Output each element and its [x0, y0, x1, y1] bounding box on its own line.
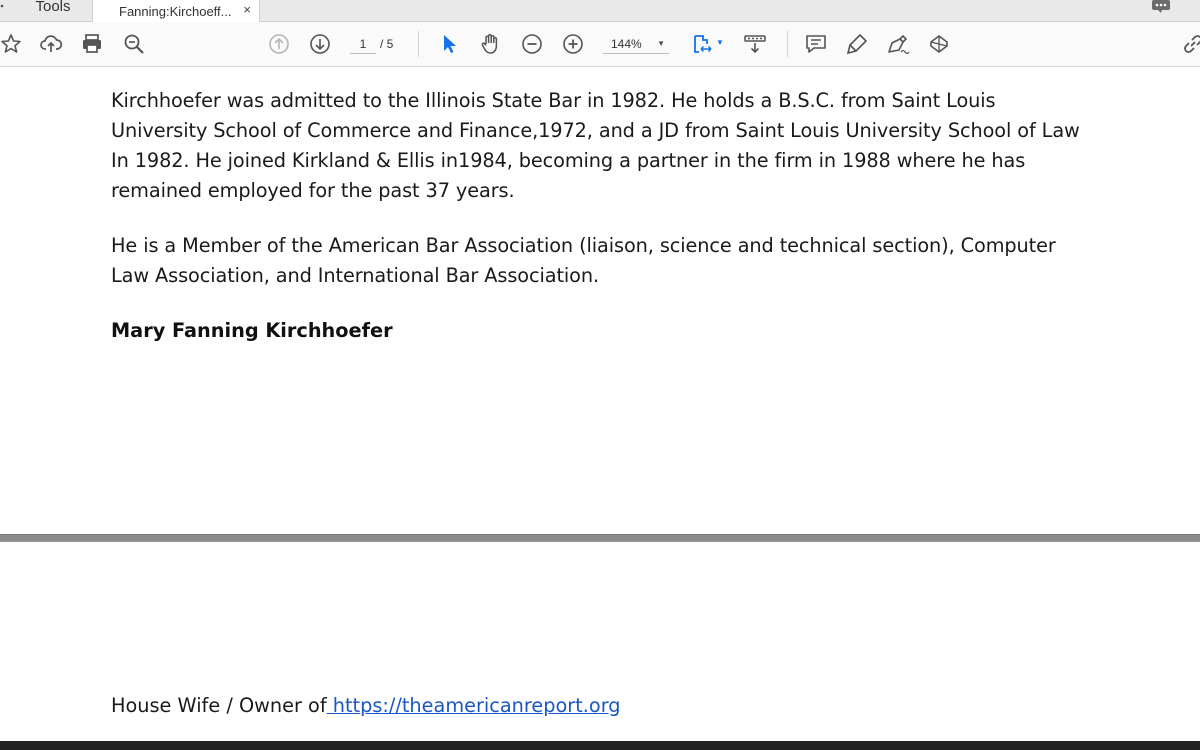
bio-paragraph-2: He is a Member of the American Bar Assoc… [111, 234, 1056, 287]
search-zoom-icon[interactable] [121, 31, 147, 57]
stamp-icon[interactable] [926, 31, 952, 57]
tab-tools-label: Tools [35, 0, 71, 15]
cloud-upload-icon[interactable] [38, 31, 64, 57]
occupation-line: House Wife / Owner of https://theamerica… [111, 691, 621, 721]
select-cursor-icon[interactable] [436, 31, 462, 57]
page-break [0, 534, 1200, 542]
website-link[interactable]: https://theamericanreport.org [327, 694, 621, 717]
status-bar [0, 741, 1200, 750]
highlight-icon[interactable] [844, 31, 870, 57]
page-total: / 5 [380, 37, 394, 51]
zoom-select[interactable]: 144% ▼ [603, 34, 669, 54]
tab-document[interactable]: Fanning:Kirchoeff... × [92, 0, 260, 22]
document-viewer[interactable]: Kirchhoefer was admitted to the Illinois… [0, 67, 1200, 750]
zoom-in-icon[interactable] [560, 31, 586, 57]
scroll-mode-icon[interactable] [742, 31, 768, 57]
tab-document-label: Fanning:Kirchoeff... [119, 3, 232, 19]
tab-close-icon[interactable]: × [243, 3, 251, 17]
page-down-icon[interactable] [307, 31, 333, 57]
link-icon[interactable] [1180, 31, 1200, 57]
zoom-out-icon[interactable] [519, 31, 545, 57]
hand-icon[interactable] [477, 31, 503, 57]
tab-overflow-icon[interactable] [0, 0, 8, 14]
comments-panel-icon[interactable] [1150, 0, 1172, 14]
fit-page-chevron-icon[interactable]: ▼ [716, 38, 724, 47]
tab-tools[interactable]: Tools [14, 0, 92, 22]
bio-paragraph-1: Kirchhoefer was admitted to the Illinois… [111, 89, 1080, 202]
chevron-down-icon: ▼ [657, 39, 665, 48]
print-icon[interactable] [79, 31, 105, 57]
star-icon[interactable] [0, 31, 24, 57]
sign-icon[interactable] [885, 31, 911, 57]
toolbar-divider [787, 31, 788, 57]
occupation-text: House Wife / Owner of [111, 694, 327, 717]
fit-page-icon[interactable] [690, 31, 716, 57]
page-number-input[interactable]: 1 [350, 34, 376, 54]
toolbar-divider [418, 31, 419, 57]
zoom-value: 144% [611, 37, 642, 51]
page-up-icon[interactable] [266, 31, 292, 57]
tab-strip: Tools Fanning:Kirchoeff... × [0, 0, 1200, 22]
name-heading: Mary Fanning Kirchhoefer [111, 319, 393, 342]
toolbar: 1 / 5 144% ▼ ▼ [0, 22, 1200, 67]
comment-icon[interactable] [803, 31, 829, 57]
